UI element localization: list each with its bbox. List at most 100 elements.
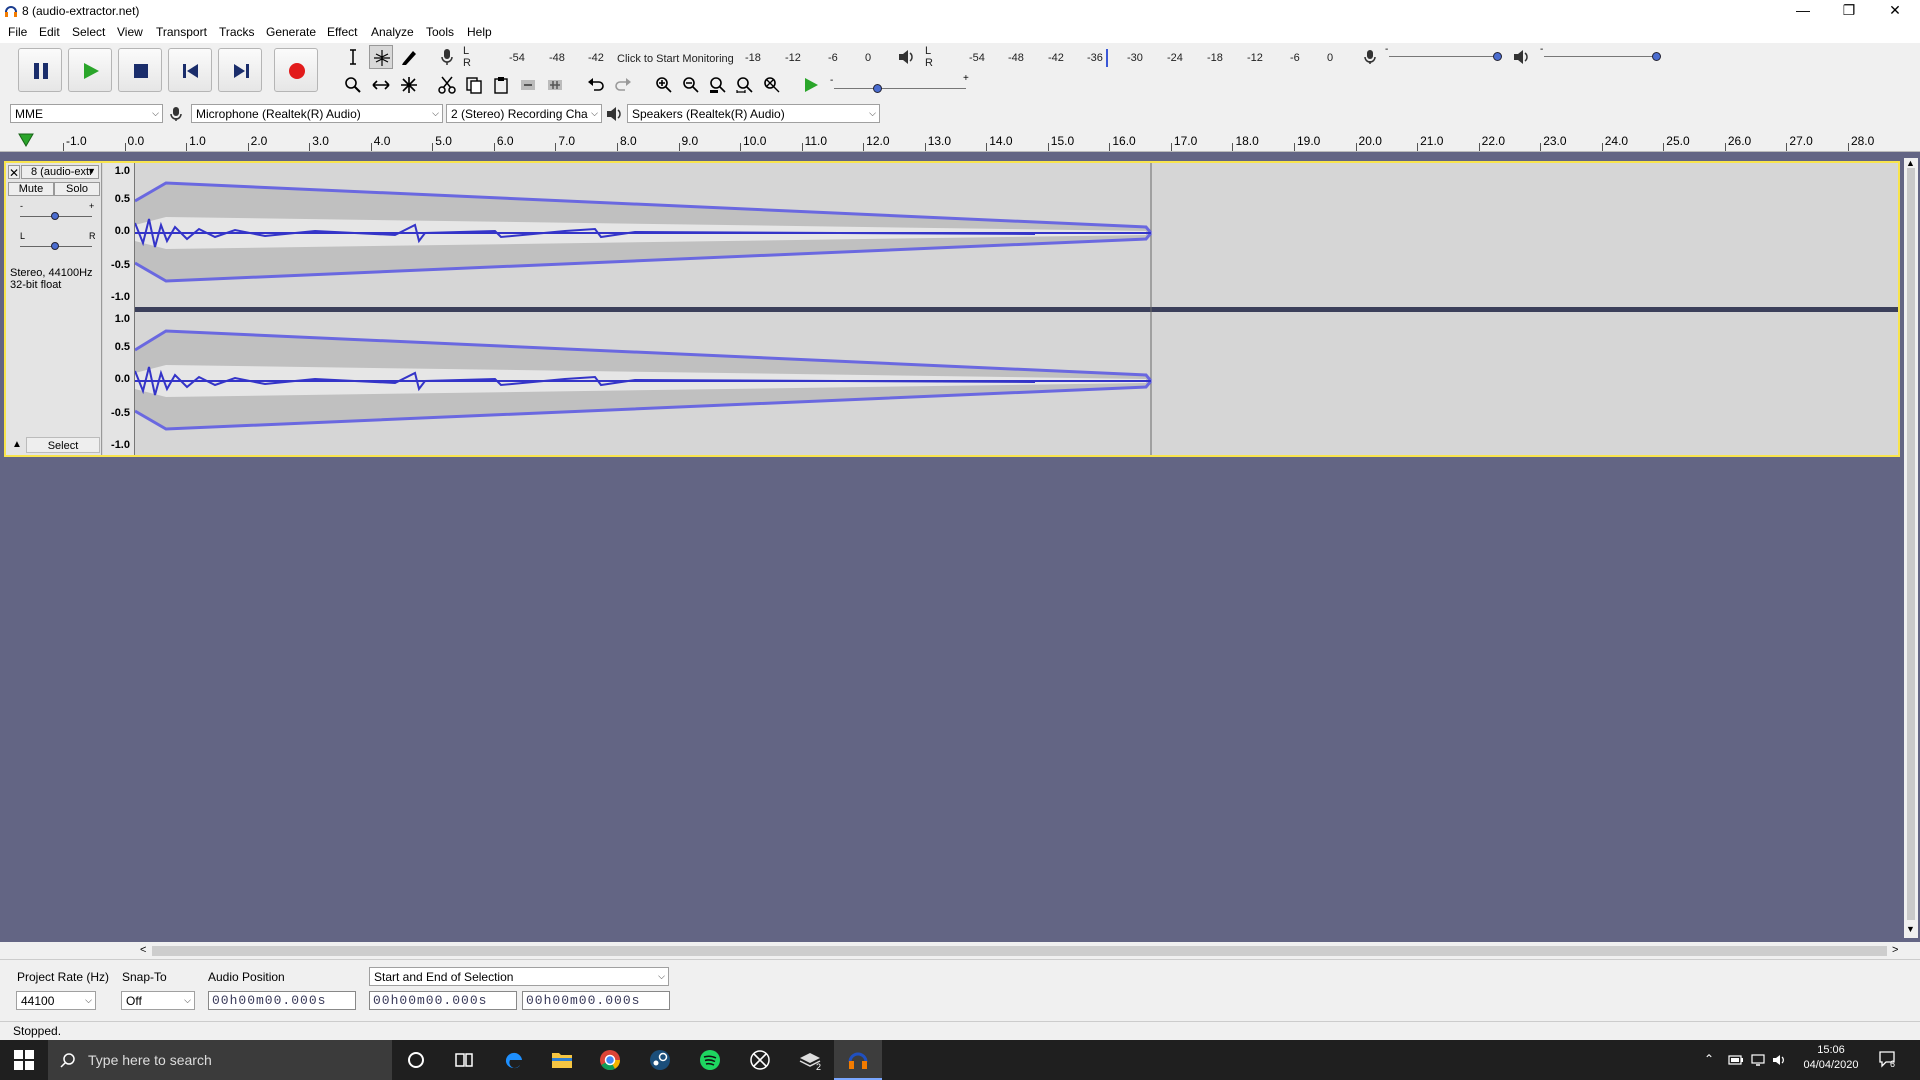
gain-slider-thumb[interactable]	[51, 212, 59, 220]
menu-view[interactable]: View	[117, 25, 143, 39]
vertical-scroll-thumb[interactable]	[1907, 168, 1915, 920]
record-button[interactable]	[274, 48, 318, 92]
cortana-button[interactable]	[392, 1040, 440, 1080]
playback-device-select[interactable]: Speakers (Realtek(R) Audio) ⌵	[627, 104, 880, 123]
play-at-speed-button[interactable]	[799, 73, 823, 97]
scroll-left-icon[interactable]: <	[140, 944, 146, 956]
playback-volume-slider[interactable]: -	[1540, 44, 1662, 63]
record-meter-button[interactable]	[435, 45, 459, 69]
undo-button[interactable]	[584, 73, 608, 97]
cut-button[interactable]	[435, 73, 459, 97]
project-rate-select[interactable]: 44100 ⌵	[16, 991, 96, 1010]
track-close-button[interactable]: ✕	[8, 165, 20, 180]
ruler-tick-label: 17.0	[1173, 134, 1198, 148]
menu-file[interactable]: File	[8, 25, 27, 39]
task-view-button[interactable]	[440, 1040, 488, 1080]
selection-mode-select[interactable]: Start and End of Selection ⌵	[369, 967, 669, 986]
slider-thumb[interactable]	[873, 84, 882, 93]
taskbar-steam[interactable]	[636, 1040, 684, 1080]
battery-icon[interactable]	[1728, 1053, 1744, 1067]
menu-tracks[interactable]: Tracks	[219, 25, 255, 39]
menu-transport[interactable]: Transport	[156, 25, 207, 39]
recording-volume-slider[interactable]: -	[1385, 44, 1503, 63]
taskbar-app-stack[interactable]: 2	[786, 1040, 834, 1080]
pan-slider-thumb[interactable]	[51, 242, 59, 250]
paste-button[interactable]	[489, 73, 513, 97]
menu-generate[interactable]: Generate	[266, 25, 316, 39]
audio-position-field[interactable]: 00h00m00.000s	[208, 991, 356, 1010]
zoom-out-button[interactable]	[679, 73, 703, 97]
trim-audio-button[interactable]	[516, 73, 540, 97]
close-window-button[interactable]: ✕	[1872, 0, 1918, 22]
minimize-button[interactable]: —	[1780, 0, 1826, 22]
silence-audio-button[interactable]	[543, 73, 567, 97]
skip-to-start-button[interactable]	[168, 48, 212, 92]
track-select-button[interactable]: Select	[26, 437, 100, 453]
time-shift-tool-button[interactable]	[369, 73, 393, 97]
taskbar-search-box[interactable]: Type here to search	[48, 1040, 392, 1080]
skip-to-end-button[interactable]	[218, 48, 262, 92]
taskbar-chrome[interactable]	[586, 1040, 634, 1080]
snap-to-select[interactable]: Off ⌵	[121, 991, 195, 1010]
redo-button[interactable]	[611, 73, 635, 97]
menu-tools[interactable]: Tools	[426, 25, 454, 39]
timeline-ruler[interactable]: -1.0 0.0 1.0 2.0 3.0 4.0 5.0 6.0 7.0 8.0 9.0 10.0 11…	[0, 127, 1920, 152]
selection-tool-button[interactable]	[341, 45, 365, 69]
fit-selection-button[interactable]	[706, 73, 730, 97]
playback-meter[interactable]: -54 -48 -42 -36 -30 -24 -18 -12 -6 0	[934, 45, 1338, 69]
menu-analyze[interactable]: Analyze	[371, 25, 414, 39]
play-head-triangle-icon[interactable]	[18, 133, 34, 147]
network-icon[interactable]	[1750, 1053, 1766, 1067]
horizontal-scrollbar[interactable]: < >	[0, 942, 1920, 959]
click-to-start-monitoring[interactable]: Click to Start Monitoring	[617, 53, 734, 65]
collapse-track-icon[interactable]: ▲	[8, 437, 26, 453]
taskbar-file-explorer[interactable]	[538, 1040, 586, 1080]
menu-help[interactable]: Help	[467, 25, 492, 39]
stop-button[interactable]	[118, 48, 162, 92]
zoom-toggle-button[interactable]	[760, 73, 784, 97]
draw-tool-button[interactable]	[397, 45, 421, 69]
pause-button[interactable]	[18, 48, 62, 92]
start-button[interactable]	[0, 1040, 48, 1080]
recording-device-select[interactable]: Microphone (Realtek(R) Audio) ⌵	[191, 104, 443, 123]
zoom-tool-button[interactable]	[341, 73, 365, 97]
waveform-display[interactable]	[135, 163, 1898, 455]
selection-end-field[interactable]: 00h00m00.000s	[522, 991, 670, 1010]
menu-edit[interactable]: Edit	[39, 25, 60, 39]
play-at-speed-slider[interactable]: - +	[830, 73, 970, 93]
scroll-down-icon[interactable]: ▼	[1906, 924, 1915, 934]
taskbar-edge[interactable]	[490, 1040, 538, 1080]
play-button[interactable]	[68, 48, 112, 92]
zoom-in-button[interactable]	[652, 73, 676, 97]
play-meter-button[interactable]	[894, 45, 918, 69]
menu-effect[interactable]: Effect	[327, 25, 357, 39]
scroll-up-icon[interactable]: ▲	[1906, 158, 1915, 168]
solo-button[interactable]: Solo	[54, 182, 100, 196]
selection-start-field[interactable]: 00h00m00.000s	[369, 991, 517, 1010]
track-name-menu[interactable]: 8 (audio-extr ▼	[21, 165, 99, 179]
action-center-button[interactable]: 6	[1878, 1050, 1900, 1070]
slider-thumb[interactable]	[1493, 52, 1502, 61]
audio-host-select[interactable]: MME ⌵	[10, 104, 163, 123]
volume-icon[interactable]	[1772, 1053, 1788, 1067]
taskbar-audacity[interactable]	[834, 1040, 882, 1080]
horizontal-scroll-thumb[interactable]	[152, 946, 1887, 956]
taskbar-xbox[interactable]	[736, 1040, 784, 1080]
record-meter[interactable]: -54 -48 -42 Click to Start Monitoring -1…	[472, 45, 876, 69]
tray-overflow-icon[interactable]: ⌃	[1704, 1052, 1714, 1066]
clock[interactable]: 15:06 04/04/2020	[1796, 1044, 1866, 1071]
fit-project-button[interactable]	[733, 73, 757, 97]
taskbar-spotify[interactable]	[686, 1040, 734, 1080]
multi-tool-button[interactable]	[397, 73, 421, 97]
recording-channels-select[interactable]: 2 (Stereo) Recording Cha ⌵	[446, 104, 602, 123]
vertical-scrollbar[interactable]: ▲ ▼	[1904, 158, 1918, 938]
slider-thumb[interactable]	[1652, 52, 1661, 61]
scroll-right-icon[interactable]: >	[1892, 944, 1898, 956]
vertical-ruler[interactable]: 1.0 0.5 0.0 -0.5 -1.0 1.0 0.5 0.0 -0.5 -1.0	[103, 163, 135, 455]
audio-track[interactable]: ✕ 8 (audio-extr ▼ Mute Solo - + L R Ster…	[4, 161, 1900, 457]
mute-button[interactable]: Mute	[8, 182, 54, 196]
menu-select[interactable]: Select	[72, 25, 105, 39]
restore-button[interactable]: ❐	[1826, 0, 1872, 22]
envelope-tool-button[interactable]	[369, 45, 393, 69]
copy-button[interactable]	[462, 73, 486, 97]
